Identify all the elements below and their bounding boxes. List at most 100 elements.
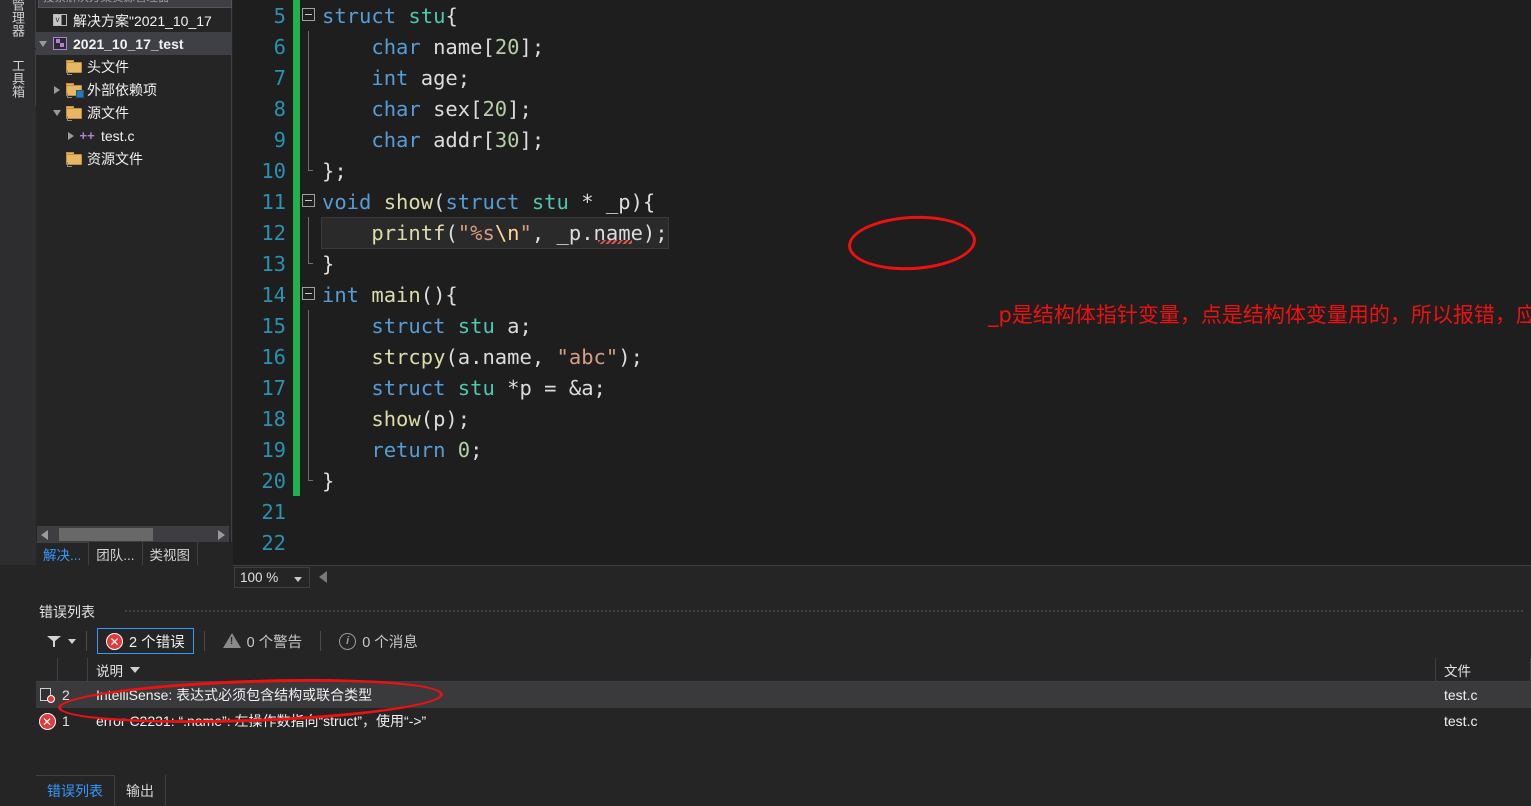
change-bar — [293, 155, 300, 186]
twisty-closed-icon[interactable] — [64, 131, 78, 140]
code-line[interactable]: 21 — [233, 496, 1531, 527]
solution-tab-2[interactable]: 类视图 — [143, 542, 199, 565]
fold-gutter[interactable] — [300, 93, 320, 124]
info-icon: i — [339, 632, 357, 650]
solution-search-text: 搜索解决方案资源管理器 — [43, 0, 170, 4]
solution-tab-0[interactable]: 解决... — [36, 542, 90, 565]
fold-gutter[interactable] — [300, 155, 320, 186]
tree-item[interactable]: v 解决方案"2021_10_17 — [36, 9, 232, 32]
change-bar — [293, 465, 300, 496]
server-explorer-vtab[interactable]: 管理器 — [0, 0, 36, 48]
twisty-open-icon[interactable] — [36, 40, 50, 47]
error-list-row[interactable]: 2 IntelliSense: 表达式必须包含结构或联合类型 test.c — [36, 682, 1531, 708]
code-text: int main(){ — [322, 282, 458, 307]
tree-item-label: 资源文件 — [87, 150, 143, 167]
collapse-icon[interactable] — [302, 194, 315, 207]
fold-guide-line-end — [308, 248, 313, 264]
toolbox-vtab[interactable]: 工具箱 — [0, 50, 36, 106]
code-line[interactable]: 9 char addr[30]; — [233, 124, 1531, 155]
code-line[interactable]: 5 struct stu{ — [233, 0, 1531, 31]
fold-gutter[interactable] — [300, 217, 320, 248]
code-line[interactable]: 8 char sex[20]; — [233, 93, 1531, 124]
code-editor[interactable]: 5 struct stu{6 char name[20]; 7 int age; 8 … — [233, 0, 1531, 565]
line-number: 8 — [273, 96, 286, 121]
code-line[interactable]: 6 char name[20]; — [233, 31, 1531, 62]
fold-gutter[interactable] — [300, 186, 320, 217]
scrollbar-thumb[interactable] — [59, 528, 153, 541]
twisty-open-icon[interactable] — [50, 109, 64, 116]
chevron-down-icon[interactable] — [68, 638, 76, 644]
solution-horizontal-scrollbar[interactable] — [37, 526, 229, 543]
change-bar — [293, 310, 300, 341]
collapse-icon[interactable] — [302, 8, 315, 21]
fold-gutter[interactable] — [300, 434, 320, 465]
scroll-left-arrow-icon[interactable] — [319, 571, 327, 583]
fold-gutter[interactable] — [300, 62, 320, 93]
tree-item[interactable]: 2021_10_17_test — [36, 32, 232, 55]
code-line[interactable]: 18 show(p); — [233, 403, 1531, 434]
bottom-tab-1[interactable]: 输出 — [115, 775, 166, 806]
bottom-left-strip — [0, 775, 36, 806]
code-text: } — [322, 468, 335, 493]
fold-gutter[interactable] — [300, 124, 320, 155]
code-lines[interactable]: 5 struct stu{6 char name[20]; 7 int age; 8 … — [233, 0, 1531, 558]
filter-errors-button[interactable]: ✕ 2 个错误 — [97, 628, 194, 654]
intellisense-error-icon — [39, 687, 55, 703]
error-list-panel: 错误列表 ✕ 2 个错误 0 个警告 i 0 个消息 — [36, 592, 1531, 806]
chevron-down-icon[interactable] — [294, 576, 302, 582]
filter-icon[interactable] — [46, 634, 62, 648]
column-header-code[interactable] — [58, 657, 88, 682]
line-number: 16 — [261, 344, 286, 369]
column-header-description[interactable]: 说明 — [88, 657, 1436, 682]
line-number: 15 — [261, 313, 286, 338]
code-line[interactable]: 7 int age; — [233, 62, 1531, 93]
scroll-left-arrow-icon[interactable] — [37, 526, 52, 543]
tree-item[interactable]: 外部依赖项 — [36, 78, 232, 101]
code-line[interactable]: 20} — [233, 465, 1531, 496]
fold-gutter[interactable] — [300, 465, 320, 496]
filter-warnings-button[interactable]: 0 个警告 — [215, 628, 311, 654]
fold-gutter[interactable] — [300, 341, 320, 372]
code-line[interactable]: 16 strcpy(a.name, "abc"); — [233, 341, 1531, 372]
fold-gutter[interactable] — [300, 0, 320, 31]
tree-item[interactable]: ++ test.c — [36, 124, 232, 147]
fold-gutter[interactable] — [300, 310, 320, 341]
code-line[interactable]: 11 void show(struct stu * _p){ — [233, 186, 1531, 217]
fold-guide-line — [308, 403, 309, 434]
fold-guide-line-end — [308, 155, 313, 171]
error-list-row[interactable]: ✕ 1 error C2231: “.name”: 左操作数指向“struct”，使… — [36, 708, 1531, 734]
scroll-right-arrow-icon[interactable] — [214, 526, 229, 543]
collapse-icon[interactable] — [302, 287, 315, 300]
fold-gutter[interactable] — [300, 403, 320, 434]
change-bar — [293, 124, 300, 155]
fold-gutter[interactable] — [300, 248, 320, 279]
column-header-file[interactable]: 文件 — [1436, 657, 1531, 682]
solution-search-input[interactable]: 搜索解决方案资源管理器 — [38, 0, 232, 8]
bottom-tab-label: 输出 — [126, 782, 154, 799]
sort-descending-icon[interactable] — [130, 666, 140, 673]
code-line[interactable]: 17 struct stu *p = &a; — [233, 372, 1531, 403]
tree-item[interactable]: 资源文件 — [36, 147, 232, 170]
fold-gutter[interactable] — [300, 372, 320, 403]
column-header-description-label: 说明 — [96, 663, 123, 679]
column-header-icon[interactable] — [36, 657, 58, 682]
code-line[interactable]: 19 return 0; — [233, 434, 1531, 465]
fold-guide-line — [308, 434, 309, 465]
solution-icon: v — [52, 13, 69, 28]
bottom-tab-0[interactable]: 错误列表 — [36, 775, 115, 806]
twisty-closed-icon[interactable] — [50, 85, 64, 94]
panel-drag-grip[interactable] — [124, 609, 1525, 614]
tree-item[interactable]: 源文件 — [36, 101, 232, 124]
zoom-level-dropdown[interactable]: 100 % — [234, 566, 310, 588]
solution-tab-1[interactable]: 团队... — [89, 542, 143, 565]
fold-gutter[interactable] — [300, 496, 320, 527]
fold-gutter[interactable] — [300, 279, 320, 310]
fold-gutter[interactable] — [300, 527, 320, 558]
fold-gutter[interactable] — [300, 31, 320, 62]
tree-item[interactable]: 头文件 — [36, 55, 232, 78]
left-dock-strip: 管理器 工具箱 — [0, 0, 36, 565]
code-line[interactable]: 10}; — [233, 155, 1531, 186]
filter-messages-button[interactable]: i 0 个消息 — [331, 628, 426, 654]
code-text: char addr[30]; — [371, 127, 545, 152]
code-line[interactable]: 22 — [233, 527, 1531, 558]
